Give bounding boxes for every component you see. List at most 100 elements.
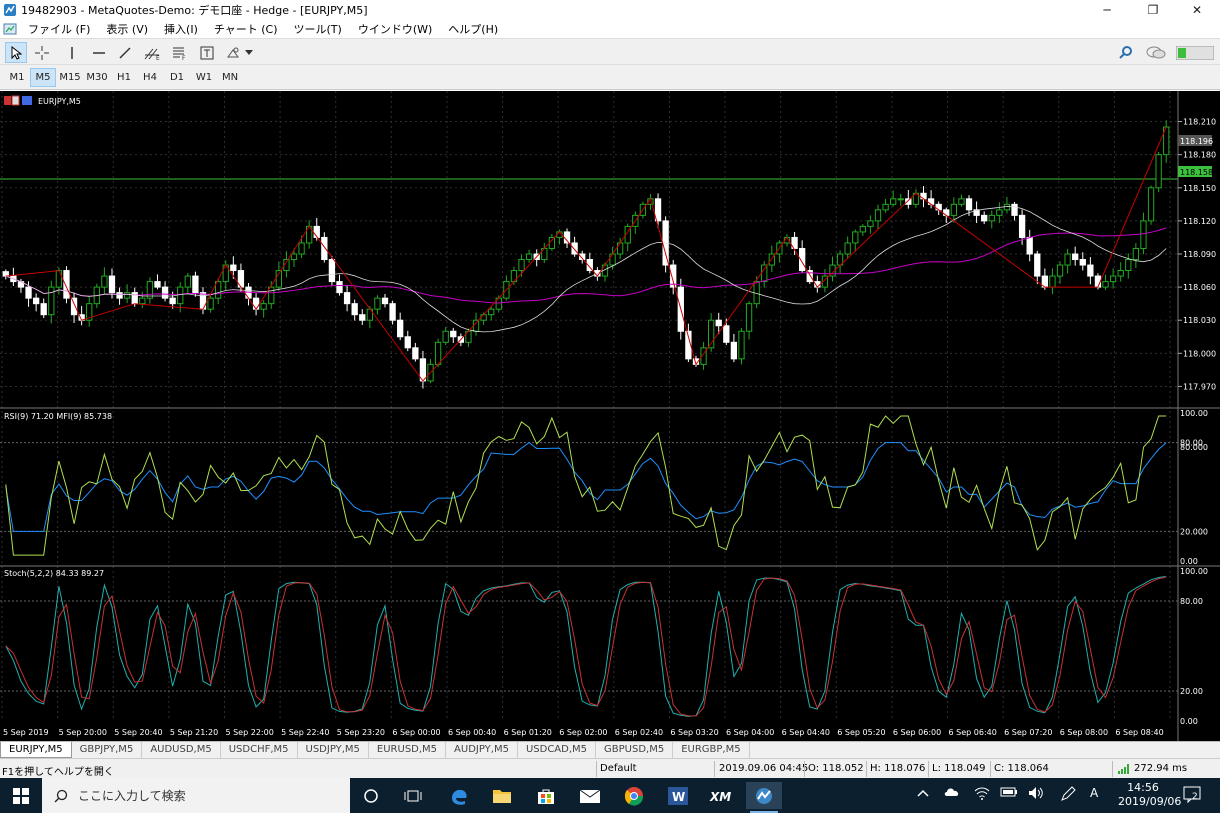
taskbar-clock[interactable]: 14:56 2019/09/06 [1118,781,1181,809]
candle [404,336,411,349]
candle [1056,264,1064,277]
trendline-button[interactable] [114,42,136,63]
file-explorer-app[interactable] [484,782,520,809]
menu-file[interactable]: ファイル (F) [20,21,98,37]
speaker-icon [1029,787,1043,799]
cursor-tool-button[interactable] [5,42,27,63]
store-app[interactable] [528,782,564,809]
candle [480,314,487,321]
start-button[interactable] [3,782,39,809]
candle [882,203,889,211]
tab-audjpy-m5[interactable]: AUDJPY,M5 [446,742,518,758]
cortana-button[interactable] [353,782,389,809]
candle [981,214,988,222]
shapes-dropdown-button[interactable] [243,42,255,63]
minimize-button[interactable]: ─ [1084,0,1130,20]
timeframe-h4[interactable]: H4 [137,68,163,87]
time-axis-label: 5 Sep 23:20 [337,728,385,737]
time-axis-label: 6 Sep 04:00 [726,728,774,737]
crosshair-tool-button[interactable] [31,42,53,63]
menu-tools[interactable]: ツール(T) [286,21,350,37]
ime-indicator[interactable]: A [1090,786,1098,800]
candle [260,303,267,310]
shapes-tool-button[interactable] [222,42,244,63]
chrome-app[interactable] [616,782,652,809]
time-axis-label: 6 Sep 00:00 [392,728,440,737]
chart-window-icon[interactable] [3,22,17,36]
vertical-line-button[interactable] [61,42,83,63]
pen-tray[interactable] [1060,786,1076,805]
candle [867,220,874,227]
timeframe-d1[interactable]: D1 [164,68,190,87]
close-button[interactable]: ✕ [1174,0,1220,20]
fibonacci-tool-button[interactable]: F [168,42,190,63]
show-hidden-icons-button[interactable] [917,786,929,800]
mail-app[interactable] [572,782,608,809]
time-axis-label: 5 Sep 22:00 [225,728,273,737]
menu-view[interactable]: 表示 (V) [98,21,156,37]
chart-window[interactable]: EURJPY,M5 RSI(9) 71.20 MFI(9) 85.738 Sto… [0,91,1220,741]
chat-button[interactable] [1145,42,1167,63]
svg-text:XM: XM [709,790,731,803]
wifi-tray[interactable] [974,786,990,803]
chart-canvas[interactable]: EURJPY,M5 RSI(9) 71.20 MFI(9) 85.738 Sto… [0,91,1220,741]
timeframe-m30[interactable]: M30 [84,68,110,87]
tab-eurusd-m5[interactable]: EURUSD,M5 [369,742,447,758]
horizontal-line-button[interactable] [88,42,110,63]
tab-gbpusd-m5[interactable]: GBPUSD,M5 [596,742,674,758]
timeframe-m15[interactable]: M15 [57,68,83,87]
timeframe-m5[interactable]: M5 [30,68,56,87]
candle [328,259,336,283]
menu-window[interactable]: ウインドウ(W) [350,21,440,37]
bid-line-tag: 118.158 [1180,168,1213,177]
candle [1125,259,1132,272]
rsi-axis-label: 0.00 [1180,557,1198,566]
menu-insert[interactable]: 挿入(I) [156,21,206,37]
xm-app[interactable]: XM [702,782,738,809]
battery-tray[interactable] [1000,786,1018,801]
candle [290,253,298,261]
edge-app[interactable] [441,782,477,809]
candle [1026,236,1033,255]
candle [890,198,897,205]
onedrive-tray[interactable] [944,786,960,800]
fibonacci-icon: F [173,47,186,61]
timeframe-h1[interactable]: H1 [111,68,137,87]
volume-tray[interactable] [1028,786,1044,803]
channel-tool-button[interactable]: E [141,42,163,63]
timeframe-mn[interactable]: MN [217,68,243,87]
timeframe-m1[interactable]: M1 [4,68,30,87]
maximize-button[interactable]: ❐ [1130,0,1176,20]
candle [1140,220,1147,249]
candle [434,341,442,365]
tab-eurgbp-m5[interactable]: EURGBP,M5 [673,742,750,758]
tab-eurjpy-m5[interactable]: EURJPY,M5 [0,742,72,758]
candle [25,286,32,299]
svg-text:W: W [672,790,685,804]
timeframe-w1[interactable]: W1 [191,68,217,87]
tab-usdchf-m5[interactable]: USDCHF,M5 [221,742,298,758]
task-view-button[interactable] [395,782,431,809]
windows-taskbar: ここに入力して検索 W XM A 14:56 2019/09/06 2 [0,778,1220,813]
word-app[interactable]: W [660,782,696,809]
time-axis-label: 6 Sep 01:20 [504,728,552,737]
menu-chart[interactable]: チャート (C) [206,21,286,37]
price-axis-label: 118.090 [1183,250,1216,259]
tab-usdjpy-m5[interactable]: USDJPY,M5 [298,742,369,758]
vertical-line-icon [71,46,73,59]
chevron-up-icon [917,789,929,797]
tab-audusd-m5[interactable]: AUDUSD,M5 [142,742,221,758]
metatrader-app[interactable] [746,782,782,813]
notification-center-button[interactable]: 2 [1182,784,1202,807]
candle [1087,264,1094,277]
metatrader-icon [756,787,772,804]
text-tool-button[interactable] [196,42,218,63]
menu-help[interactable]: ヘルプ(H) [440,21,506,37]
tab-gbpjpy-m5[interactable]: GBPJPY,M5 [72,742,143,758]
candle [738,330,745,360]
taskbar-search-box[interactable]: ここに入力して検索 [42,778,350,813]
candle [374,297,381,310]
search-button[interactable] [1115,42,1137,63]
candle [518,259,525,272]
tab-usdcad-m5[interactable]: USDCAD,M5 [518,742,597,758]
